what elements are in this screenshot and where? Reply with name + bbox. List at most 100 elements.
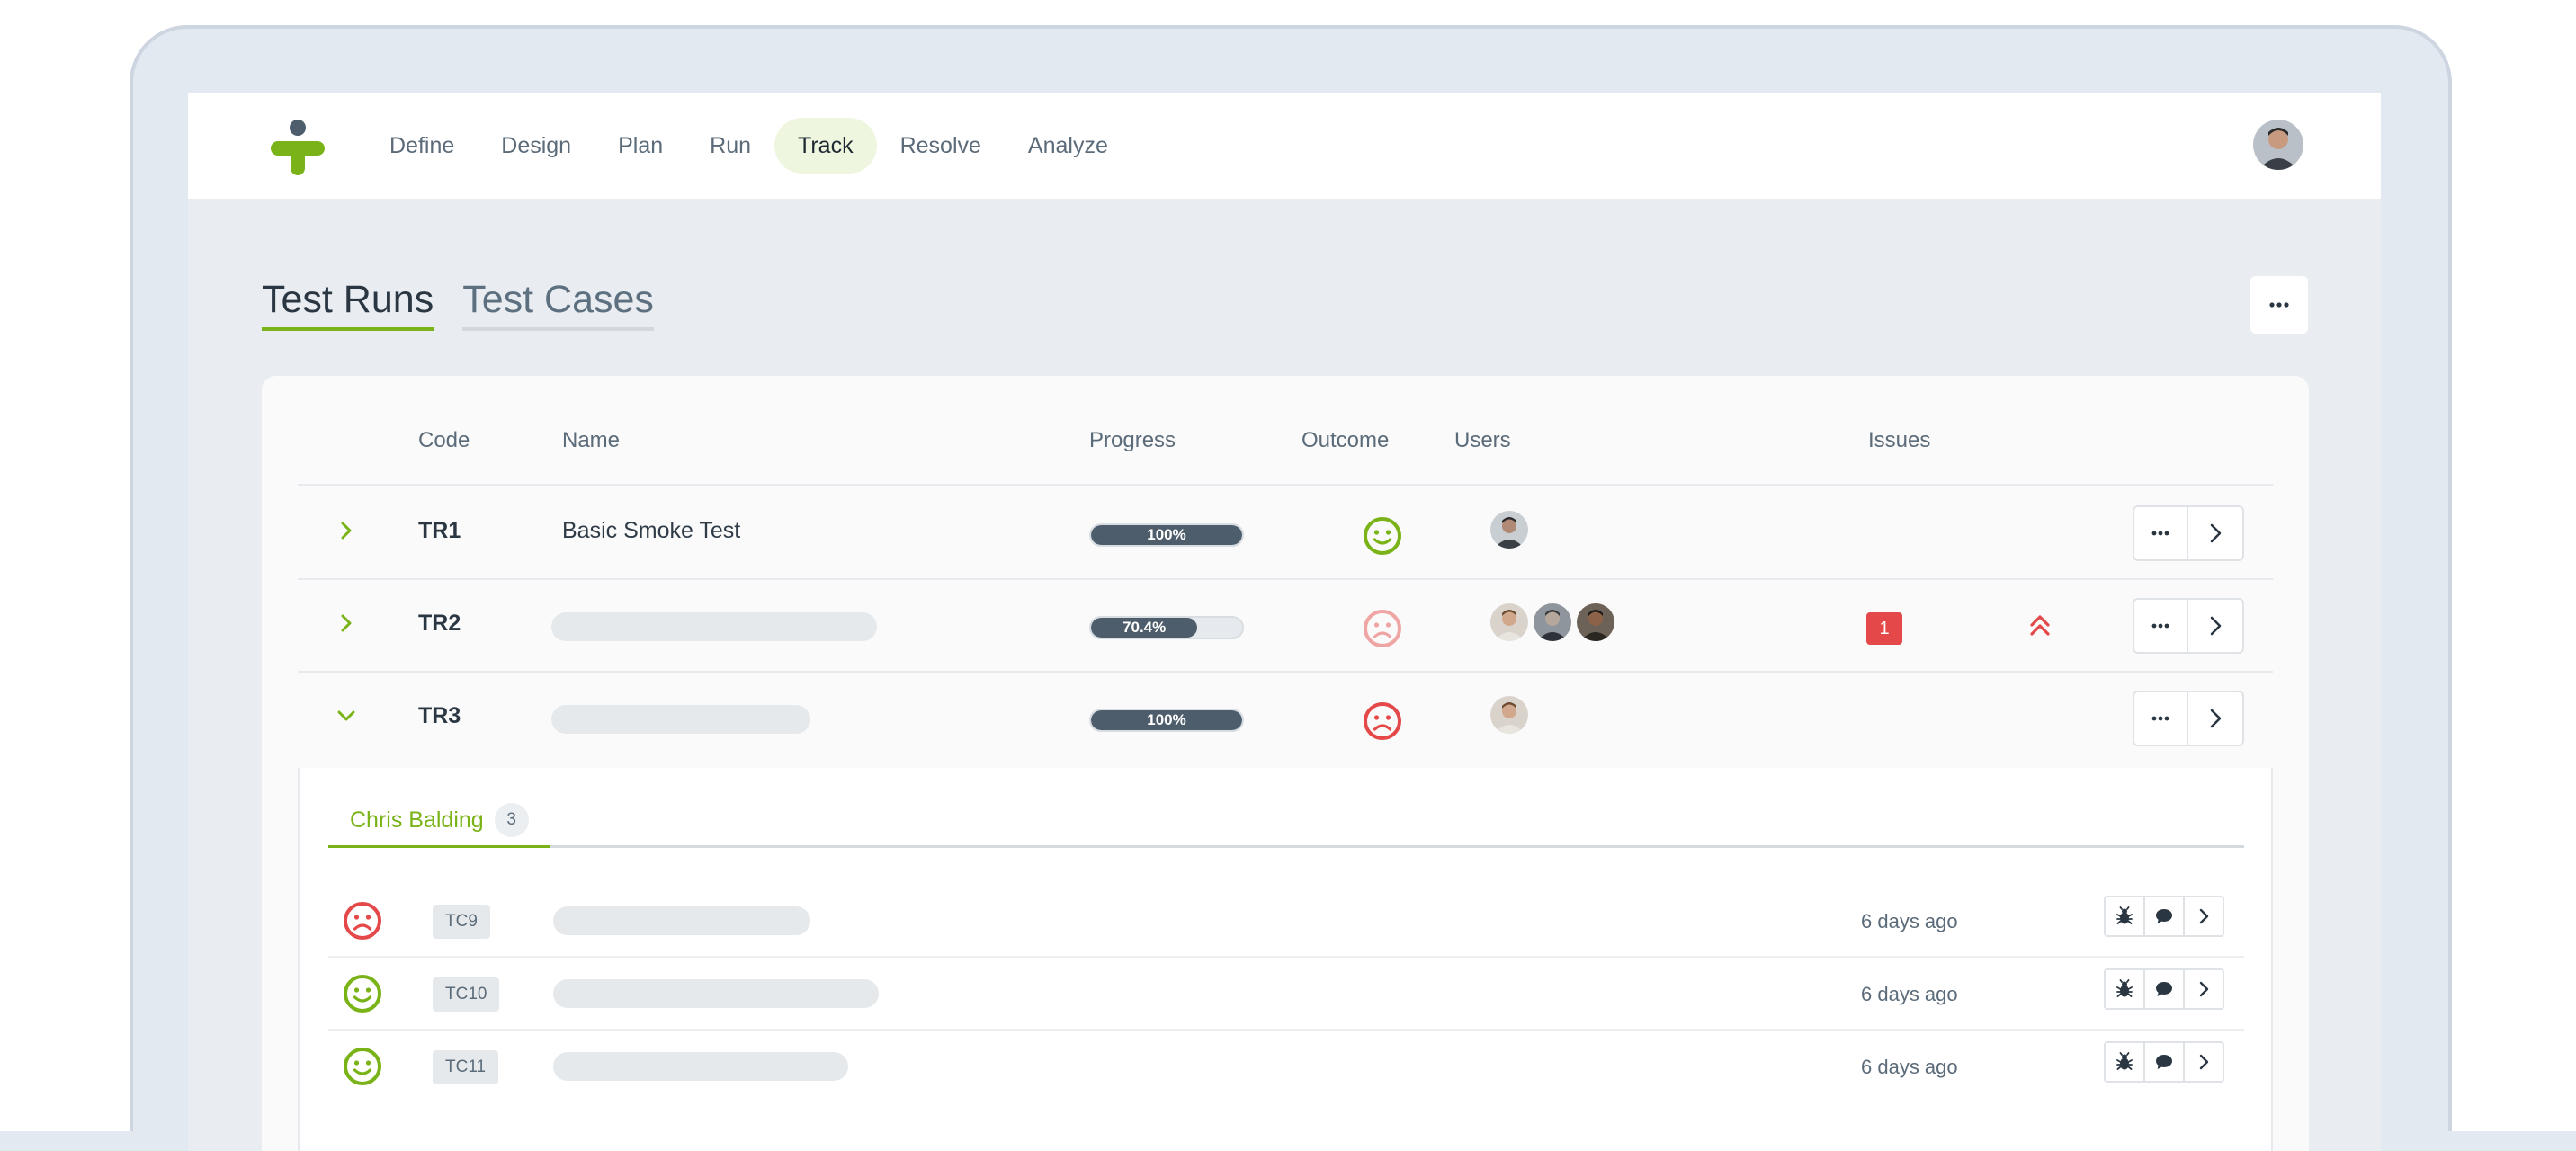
name-placeholder [551,612,877,641]
progress-bar: 100% [1089,709,1244,732]
table-row[interactable]: TR1 Basic Smoke Test 100% [298,487,2273,580]
run-code: TR1 [418,518,461,543]
nav-run[interactable]: Run [686,118,774,174]
row-open-button[interactable] [2188,598,2244,654]
case-code: TC10 [433,977,500,1012]
sad-face-icon [344,902,381,940]
expanded-run-panel: Chris Balding 3 TC9 6 days ago TC10 6 da… [298,768,2273,1151]
row-open-button[interactable] [2188,505,2244,561]
comment-button[interactable] [2143,1041,2185,1083]
header-outcome: Outcome [1301,428,1390,452]
more-horizontal-icon [2269,302,2289,308]
sad-face-icon [1364,610,1401,647]
nav-analyze[interactable]: Analyze [1005,118,1131,174]
row-more-button[interactable] [2133,598,2188,654]
tab-label: Chris Balding [350,807,484,833]
panel-tab-divider [328,845,2244,848]
comment-icon [2156,982,2172,996]
tab-user-chris-balding[interactable]: Chris Balding 3 [328,795,550,848]
run-code: TR2 [418,611,461,636]
case-actions [2104,1041,2224,1083]
header-progress: Progress [1089,428,1176,452]
nav-track[interactable]: Track [774,118,877,174]
name-placeholder [551,705,810,734]
user-avatars [1490,696,1534,734]
comment-icon [2156,909,2172,923]
chevron-down-icon[interactable] [334,703,359,728]
progress-label: 100% [1147,526,1186,543]
row-actions [2133,598,2244,654]
avatar[interactable] [1490,696,1528,734]
page-menu-button[interactable] [2250,276,2308,334]
case-name-placeholder [553,906,810,935]
chevron-right-icon[interactable] [334,518,359,543]
bug-icon [2116,1052,2133,1070]
list-item[interactable]: TC9 6 days ago [328,885,2244,958]
chevron-right-icon [2210,523,2222,543]
app-logo-icon[interactable] [271,120,325,175]
case-timestamp: 6 days ago [1861,983,1958,1005]
tab-test-runs[interactable]: Test Runs [262,278,434,331]
main-nav: Define Design Plan Run Track Resolve Ana… [366,118,1131,174]
row-open-button[interactable] [2188,691,2244,746]
nav-plan[interactable]: Plan [595,118,686,174]
progress-bar: 100% [1089,523,1244,547]
case-name-placeholder [553,1052,848,1081]
issue-count-badge[interactable]: 1 [1866,612,1902,645]
run-code: TR3 [418,703,461,728]
case-code: TC11 [433,1050,499,1084]
chevron-right-icon[interactable] [334,611,359,636]
bug-icon [2116,906,2133,924]
tab-count-badge: 3 [494,803,529,837]
report-bug-button[interactable] [2104,896,2145,937]
comment-button[interactable] [2143,968,2185,1010]
comment-icon [2156,1055,2172,1069]
nav-resolve[interactable]: Resolve [877,118,1005,174]
progress-label: 70.4% [1123,619,1167,636]
open-case-button[interactable] [2183,968,2224,1010]
chevron-right-icon [2199,908,2209,924]
comment-button[interactable] [2143,896,2185,937]
test-runs-card: Code Name Progress Outcome Users Issues … [262,376,2309,1151]
case-code: TC9 [433,905,490,939]
header-code: Code [418,428,470,452]
avatar[interactable] [1490,603,1528,641]
chevron-right-icon [2199,981,2209,997]
open-case-button[interactable] [2183,896,2224,937]
happy-face-icon [344,975,381,1013]
progress-bar: 70.4% [1089,616,1244,639]
tab-test-cases[interactable]: Test Cases [462,278,654,331]
report-bug-button[interactable] [2104,968,2145,1010]
happy-face-icon [1364,517,1401,555]
user-avatars [1490,603,1620,641]
case-name-placeholder [553,979,879,1008]
table-header: Code Name Progress Outcome Users Issues [298,423,2273,486]
avatar[interactable] [1577,603,1614,641]
row-more-button[interactable] [2133,505,2188,561]
report-bug-button[interactable] [2104,1041,2145,1083]
row-more-button[interactable] [2133,691,2188,746]
user-avatar[interactable] [2253,120,2303,170]
case-timestamp: 6 days ago [1861,1056,1958,1078]
avatar[interactable] [1534,603,1571,641]
chevron-right-icon [2199,1054,2209,1070]
case-actions [2104,896,2224,937]
chevron-right-icon [2210,616,2222,636]
more-horizontal-icon [2151,716,2169,721]
nav-design[interactable]: Design [478,118,595,174]
list-item[interactable]: TC10 6 days ago [328,958,2244,1031]
open-case-button[interactable] [2183,1041,2224,1083]
top-nav: Define Design Plan Run Track Resolve Ana… [188,93,2381,199]
table-row[interactable]: TR2 70.4% 1 [298,580,2273,673]
nav-define[interactable]: Define [366,118,478,174]
row-actions [2133,505,2244,561]
case-timestamp: 6 days ago [1861,910,1958,932]
case-actions [2104,968,2224,1010]
table-row[interactable]: TR3 100% [298,673,2273,765]
more-horizontal-icon [2151,623,2169,629]
header-name: Name [562,428,621,452]
avatar[interactable] [1490,511,1528,549]
row-actions [2133,691,2244,746]
sad-face-icon [1364,702,1401,740]
list-item[interactable]: TC11 6 days ago [328,1031,2244,1103]
